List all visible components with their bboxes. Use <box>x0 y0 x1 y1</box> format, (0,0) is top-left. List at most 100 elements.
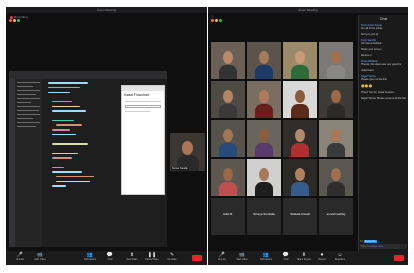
person-head <box>295 129 305 142</box>
participant-video-tile[interactable] <box>319 159 353 196</box>
browser-page-title: Kaaal Flowchart <box>124 93 150 97</box>
reactions-button[interactable]: ☺ Reactions <box>328 252 352 261</box>
chat-button[interactable]: 💬 Chat <box>98 252 122 261</box>
participant-grid: Aditi M. Shreya Sonkalie Shikata Anwell sur… <box>211 42 357 235</box>
participant-video-tile[interactable] <box>319 120 353 157</box>
code-line <box>48 86 80 89</box>
person-body <box>255 182 273 196</box>
code-line <box>56 180 90 183</box>
code-line <box>52 119 74 122</box>
leave-meeting-button[interactable] <box>192 255 202 261</box>
chat-messages: From Aman Kumar Are all of the points Sorr… <box>359 24 408 100</box>
chat-text: understand <box>361 69 374 72</box>
file-explorer <box>15 79 42 247</box>
participant-video-tile[interactable] <box>283 159 317 196</box>
participant-name: suresh.webbg <box>326 212 346 216</box>
chat-recipient: To: Everyone <box>360 240 407 243</box>
code-line <box>56 124 82 126</box>
code-line <box>48 91 70 94</box>
window-title: Zoom Meeting <box>298 8 318 12</box>
code-line <box>52 157 72 159</box>
code-line <box>52 105 80 108</box>
meeting-toolbar: 🎤 Unmute 📹 Start Video 👥 Participants 💬 Chat ⬆ Ne… <box>6 251 207 265</box>
meeting-info[interactable]: ⓘ <box>211 15 214 19</box>
person-body <box>327 104 345 118</box>
toolbar-label: Start Video <box>34 259 46 261</box>
participant-video-tile[interactable] <box>283 120 317 157</box>
code-line <box>52 152 78 154</box>
chat-message: Sagar Verma: Please send us all the link <box>361 97 406 100</box>
maximize-window-button[interactable] <box>219 18 222 22</box>
code-line <box>52 133 76 136</box>
code-line <box>52 143 88 145</box>
participant-video-tile[interactable] <box>247 81 281 118</box>
participant-video-tile[interactable] <box>283 42 317 79</box>
person-body <box>291 104 309 118</box>
recording-indicator: Recording <box>10 15 28 19</box>
participant-video-tile[interactable] <box>211 159 245 196</box>
participant-video-tile[interactable] <box>211 42 245 79</box>
annotate-icon: ✎ <box>169 252 175 258</box>
participant-name: Shikata Anwell <box>290 212 310 216</box>
chat-input[interactable]: Type message here... <box>360 244 407 249</box>
self-video-name: Kumar Sandip <box>171 167 189 170</box>
chat-header: Chat <box>379 17 388 21</box>
minimize-window-button[interactable] <box>215 18 218 22</box>
annotate-button[interactable]: ✎ Annotate <box>160 252 184 261</box>
person-head <box>223 90 233 103</box>
chat-message: Sorry no yes sir <box>361 33 406 36</box>
person-head <box>331 90 341 103</box>
code-line <box>52 129 70 131</box>
code-line <box>48 82 88 84</box>
record-dot-icon <box>10 15 13 19</box>
recipient-dropdown[interactable]: Everyone <box>364 240 377 243</box>
leave-meeting-button[interactable] <box>394 255 404 261</box>
start-video-button[interactable]: 📹 Start Video <box>230 252 254 261</box>
participant-video-tile[interactable] <box>211 120 245 157</box>
chat-text: Thank You Sir, Great Session <box>361 91 394 94</box>
person-body <box>219 104 237 118</box>
chat-message: Sagar Verma Please give me the link <box>361 75 406 81</box>
participant-video-tile[interactable] <box>319 81 353 118</box>
person-head <box>223 51 233 64</box>
chat-icon: 💬 <box>106 252 114 258</box>
chat-text: Sorry no yes sir <box>361 33 379 36</box>
participant-video-tile[interactable] <box>247 42 281 79</box>
shared-screen: Kaaal Flowchart <box>9 71 167 247</box>
browser-input-field[interactable] <box>125 105 161 108</box>
title-bar: Zoom Meeting <box>208 7 408 22</box>
participant-video-tile[interactable] <box>247 159 281 196</box>
person-head <box>223 129 233 142</box>
person-head <box>331 129 341 142</box>
participant-name: Aditi M. <box>222 212 233 216</box>
person-head <box>223 168 233 181</box>
chat-text: Please give me the link <box>361 78 387 81</box>
person-body <box>219 182 237 196</box>
participant-name-tile[interactable]: Shikata Anwell <box>283 198 317 235</box>
participant-name-tile[interactable]: suresh.webbg <box>319 198 353 235</box>
toolbar-label: Reactions <box>334 259 346 261</box>
chat-panel: Chat From Aman Kumar Are all of the point… <box>358 15 408 251</box>
toolbar-label: Annotate <box>167 259 177 261</box>
participant-video-tile[interactable] <box>211 81 245 118</box>
person-head <box>295 90 305 103</box>
person-body <box>327 182 345 196</box>
participant-name-tile[interactable]: Aditi M. <box>211 198 245 235</box>
participant-video-tile[interactable] <box>283 81 317 118</box>
participant-video-tile[interactable] <box>319 42 353 79</box>
chat-message: From Aman Kumar Are all of the points <box>361 24 406 30</box>
person-body <box>219 65 237 79</box>
participant-video-tile[interactable] <box>247 120 281 157</box>
recording-label: Recording <box>14 15 28 19</box>
chat-message: From Sanchit OK that is finished <box>361 39 406 45</box>
chat-text: Share your screen <box>361 48 382 51</box>
to-label: To: <box>360 240 364 243</box>
participant-name-tile[interactable]: Shreya Sonkalie <box>247 198 281 235</box>
chat-text: OK that is finished <box>361 42 382 45</box>
editor-tab-bar <box>9 71 167 79</box>
start-video-button[interactable]: 📹 Start Video <box>28 252 52 261</box>
participant-name: Shreya Sonkalie <box>253 212 275 216</box>
person-head <box>331 168 341 181</box>
chat-text: Thanks, this class was very good for <box>361 63 402 66</box>
person-body <box>255 143 273 157</box>
